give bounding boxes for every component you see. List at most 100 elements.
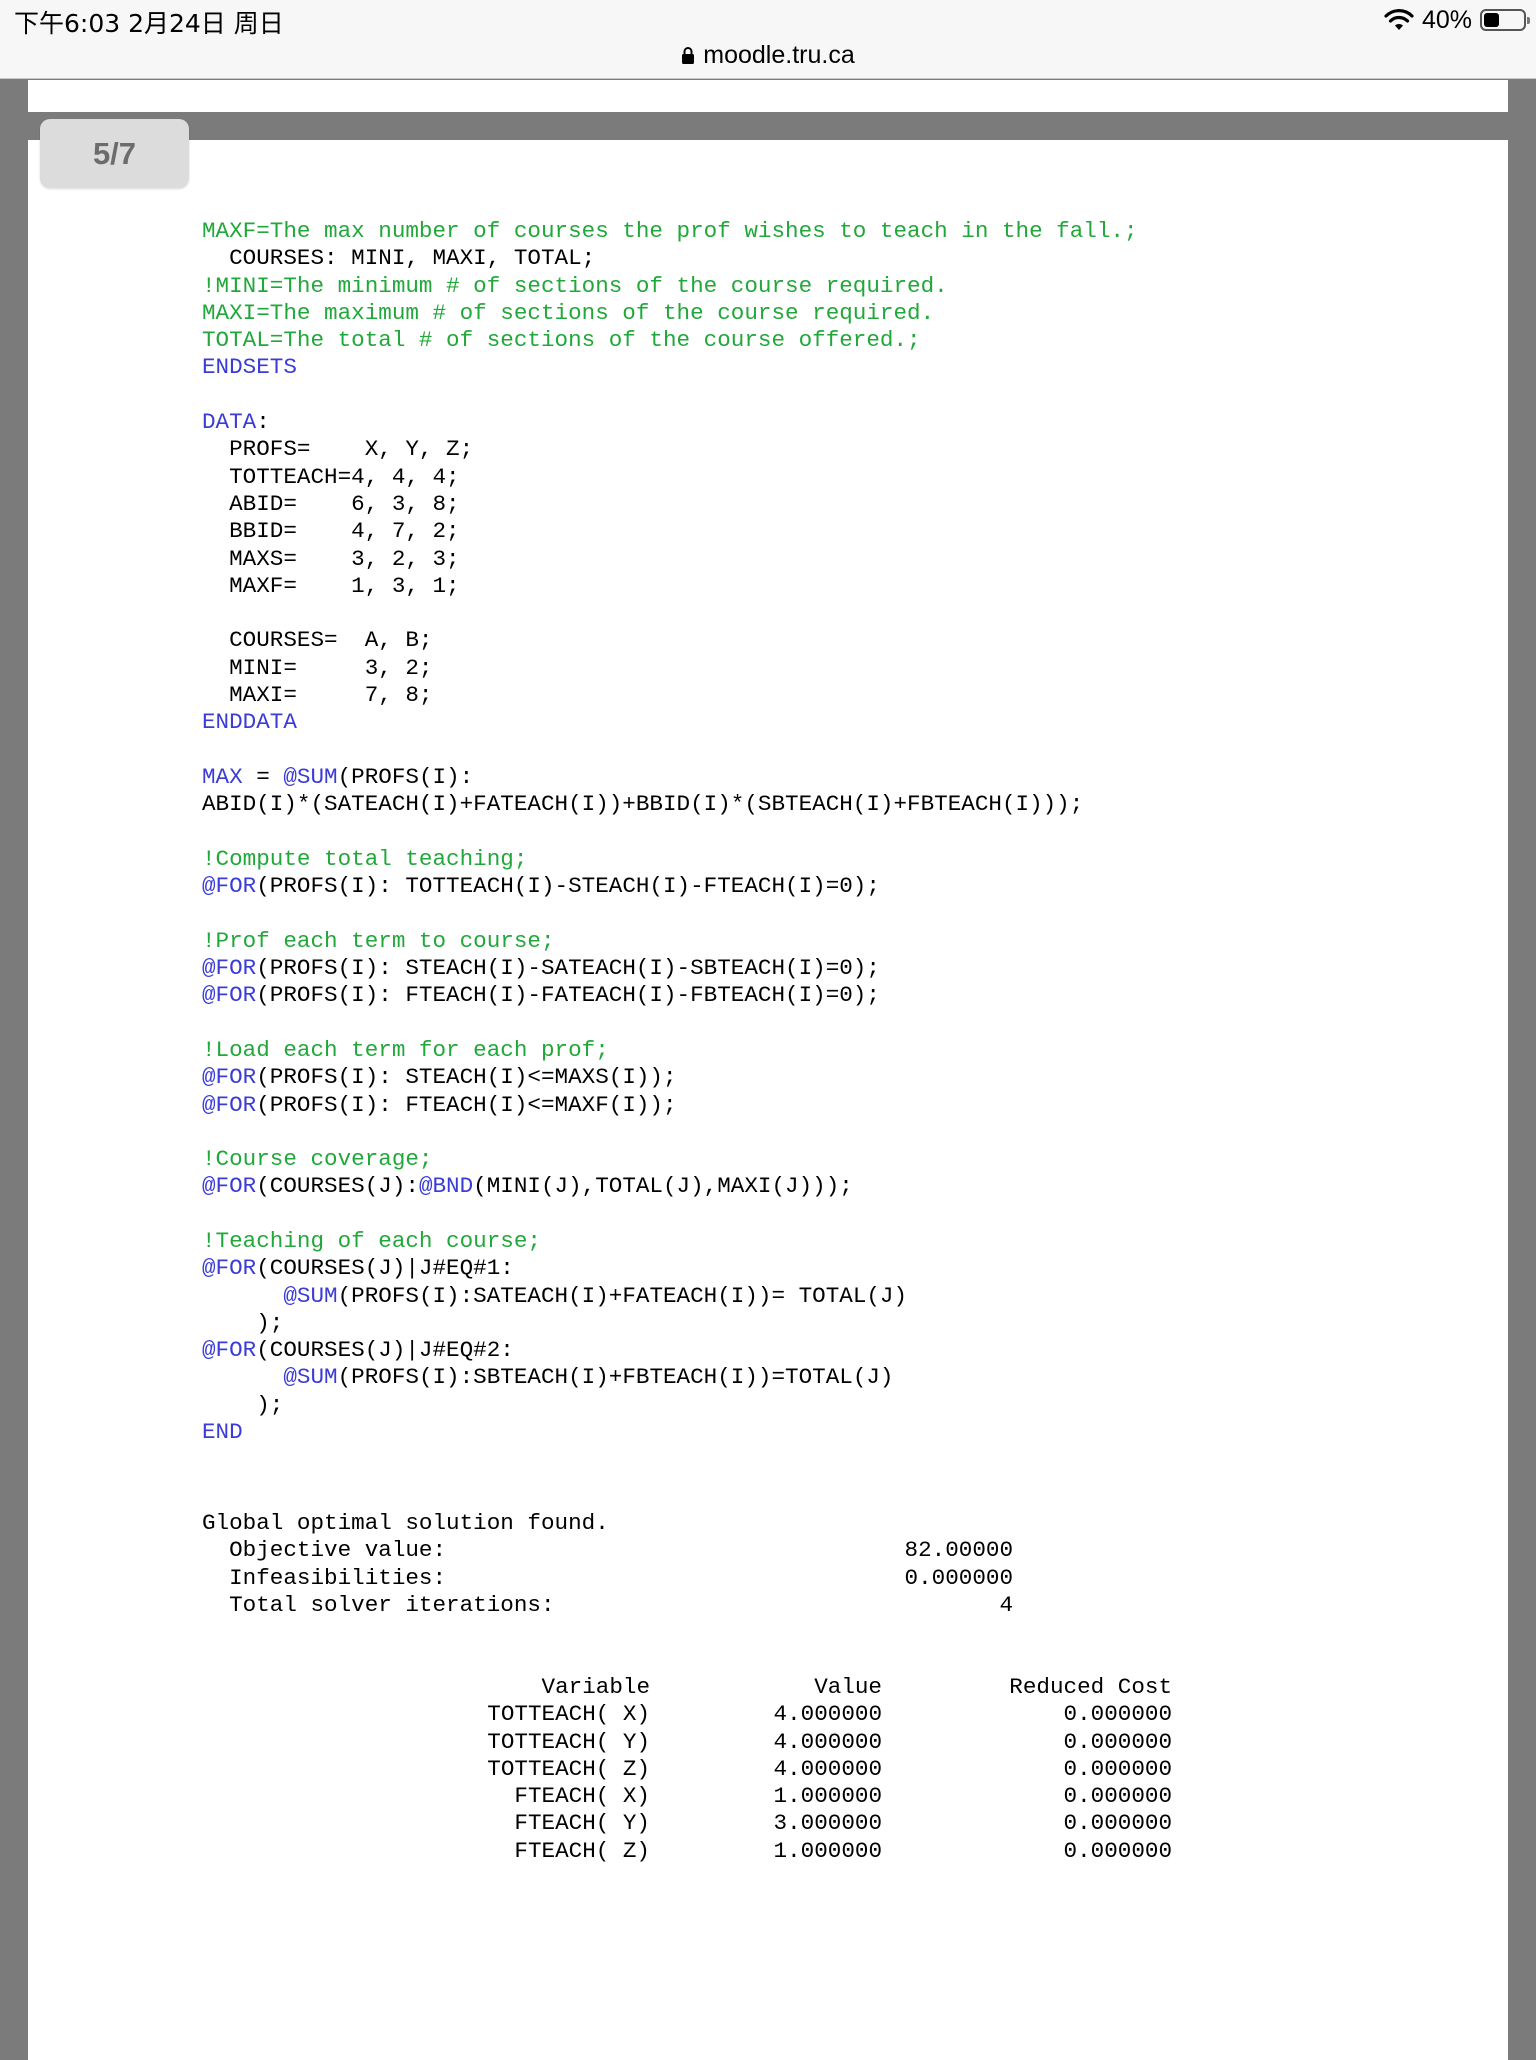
code-line: MAXF=The max number of courses the prof …: [202, 218, 1138, 245]
table-row: TOTTEACH( X) 4.000000 0.000000: [440, 1701, 1172, 1728]
code-line: MAXI= 7, 8;: [202, 682, 1138, 709]
code-text: (PROFS(I): FTEACH(I)-FATEACH(I)-FBTEACH(…: [256, 982, 880, 1009]
code-text: MINI= 3, 2;: [202, 654, 433, 681]
code-comment: !Teaching of each course;: [202, 1227, 541, 1254]
table-row: TOTTEACH( Z) 4.000000 0.000000: [440, 1756, 1172, 1783]
solution-report: Global optimal solution found. Objective…: [202, 1510, 1013, 1619]
code-comment: !Course coverage;: [202, 1146, 433, 1173]
cell-value: 1.000000: [773, 1837, 882, 1864]
code-line: ABID(I)*(SATEACH(I)+FATEACH(I))+BBID(I)*…: [202, 791, 1138, 818]
code-line: ENDDATA: [202, 709, 1138, 736]
solution-row: Infeasibilities: 0.000000: [202, 1565, 1013, 1592]
code-keyword: ENDSETS: [202, 354, 297, 381]
code-line: TOTTEACH=4, 4, 4;: [202, 464, 1138, 491]
solution-row: Total solver iterations: 4: [202, 1592, 1013, 1619]
code-comment: !Compute total teaching;: [202, 845, 528, 872]
code-text: (COURSES(J)|J#EQ#1:: [256, 1255, 514, 1282]
solution-summary: Objective value: 82.00000 Infeasibilities…: [202, 1537, 1013, 1619]
battery-percent: 40%: [1421, 5, 1472, 34]
code-keyword: @FOR: [202, 982, 257, 1009]
results-table: Variable Value Reduced Cost TOTTEACH( X)…: [440, 1674, 1172, 1865]
code-comment: MAXI=The maximum # of sections of the co…: [202, 299, 935, 326]
code-text: MAXI= 7, 8;: [202, 682, 433, 709]
table-row: FTEACH( Y) 3.000000 0.000000: [440, 1810, 1172, 1837]
lingo-code-listing: MAXF=The max number of courses the prof …: [202, 218, 1138, 1446]
cell-value: 1.000000: [773, 1783, 882, 1810]
code-text: MAXF= 1, 3, 1;: [202, 572, 460, 599]
wifi-icon: [1384, 9, 1414, 30]
battery-level-fill: [1484, 13, 1499, 27]
solution-row: Objective value: 82.00000: [202, 1537, 1013, 1564]
solution-row-value: 82.00000: [904, 1537, 1013, 1564]
code-line: @FOR(COURSES(J)|J#EQ#1:: [202, 1255, 1138, 1282]
code-line: MAXS= 3, 2, 3;: [202, 546, 1138, 573]
code-keyword: @BND: [418, 1173, 474, 1200]
battery-icon: [1480, 9, 1530, 31]
code-keyword: DATA: [202, 409, 257, 436]
cell-reduced-cost: 0.000000: [1063, 1837, 1172, 1864]
cell-variable: TOTTEACH( Z): [487, 1755, 650, 1782]
code-text: :: [256, 409, 270, 436]
cell-variable: TOTTEACH( X): [487, 1701, 650, 1728]
code-line: @FOR(PROFS(I): FTEACH(I)-FATEACH(I)-FBTE…: [202, 982, 1138, 1009]
code-text: TOTTEACH=4, 4, 4;: [202, 463, 460, 490]
cell-reduced-cost: 0.000000: [1063, 1755, 1172, 1782]
cell-value: 4.000000: [773, 1755, 882, 1782]
code-text: (COURSES(J):: [256, 1173, 419, 1200]
code-text: ABID(I)*(SATEACH(I)+FATEACH(I))+BBID(I)*…: [202, 791, 1084, 818]
table-row: FTEACH( Z) 1.000000 0.000000: [440, 1838, 1172, 1865]
code-keyword: @FOR: [202, 1064, 257, 1091]
code-text: (PROFS(I):SBTEACH(I)+FBTEACH(I))=TOTAL(J…: [337, 1364, 894, 1391]
code-text: (PROFS(I):SATEACH(I)+FATEACH(I))= TOTAL(…: [337, 1282, 908, 1309]
code-keyword: @FOR: [202, 1173, 257, 1200]
code-line: END: [202, 1419, 1138, 1446]
cell-variable: FTEACH( Z): [514, 1837, 650, 1864]
code-line: !Load each term for each prof;: [202, 1037, 1138, 1064]
cell-value: 4.000000: [773, 1728, 882, 1755]
code-line: MINI= 3, 2;: [202, 655, 1138, 682]
code-text: ABID= 6, 3, 8;: [202, 490, 460, 517]
code-line: !Compute total teaching;: [202, 846, 1138, 873]
code-line: );: [202, 1310, 1138, 1337]
cell-variable: FTEACH( X): [514, 1783, 650, 1810]
status-right-group: 40%: [1384, 4, 1530, 36]
cell-reduced-cost: 0.000000: [1063, 1728, 1172, 1755]
code-keyword: @SUM: [283, 1364, 338, 1391]
code-line: @FOR(PROFS(I): STEACH(I)-SATEACH(I)-SBTE…: [202, 955, 1138, 982]
cell-reduced-cost: 0.000000: [1063, 1810, 1172, 1837]
code-line: ABID= 6, 3, 8;: [202, 491, 1138, 518]
code-line: !Prof each term to course;: [202, 928, 1138, 955]
code-line: COURSES: MINI, MAXI, TOTAL;: [202, 245, 1138, 272]
page-indicator: 5/7: [40, 119, 189, 188]
code-text: (PROFS(I): FTEACH(I)<=MAXF(I));: [256, 1091, 677, 1118]
address-bar[interactable]: moodle.tru.ca: [0, 38, 1536, 72]
code-line: !MINI=The minimum # of sections of the c…: [202, 273, 1138, 300]
code-keyword: @FOR: [202, 955, 257, 982]
code-line: MAXF= 1, 3, 1;: [202, 573, 1138, 600]
code-line: @FOR(PROFS(I): STEACH(I)<=MAXS(I));: [202, 1064, 1138, 1091]
code-text: );: [202, 1391, 284, 1418]
code-line: @SUM(PROFS(I):SBTEACH(I)+FBTEACH(I))=TOT…: [202, 1364, 1138, 1391]
status-time-date: 下午6:03 2月24日 周日: [14, 9, 284, 38]
code-text: (PROFS(I): TOTTEACH(I)-STEACH(I)-FTEACH(…: [256, 873, 880, 900]
code-comment: !Prof each term to course;: [202, 927, 555, 954]
code-keyword: ENDDATA: [202, 709, 297, 736]
code-keyword: END: [202, 1419, 243, 1446]
solution-row-label: Infeasibilities:: [202, 1564, 447, 1591]
code-comment: !Load each term for each prof;: [202, 1036, 609, 1063]
code-text: (MINI(J),TOTAL(J),MAXI(J)));: [473, 1173, 853, 1200]
code-line: BBID= 4, 7, 2;: [202, 518, 1138, 545]
code-keyword: @FOR: [202, 1255, 257, 1282]
code-line: !Course coverage;: [202, 1146, 1138, 1173]
cell-value: 3.000000: [773, 1810, 882, 1837]
code-line: @FOR(PROFS(I): FTEACH(I)<=MAXF(I));: [202, 1092, 1138, 1119]
code-comment: !MINI=The minimum # of sections of the c…: [202, 272, 948, 299]
previous-page-edge: [28, 80, 1508, 112]
code-line: MAX = @SUM(PROFS(I):: [202, 764, 1138, 791]
code-line: DATA:: [202, 409, 1138, 436]
